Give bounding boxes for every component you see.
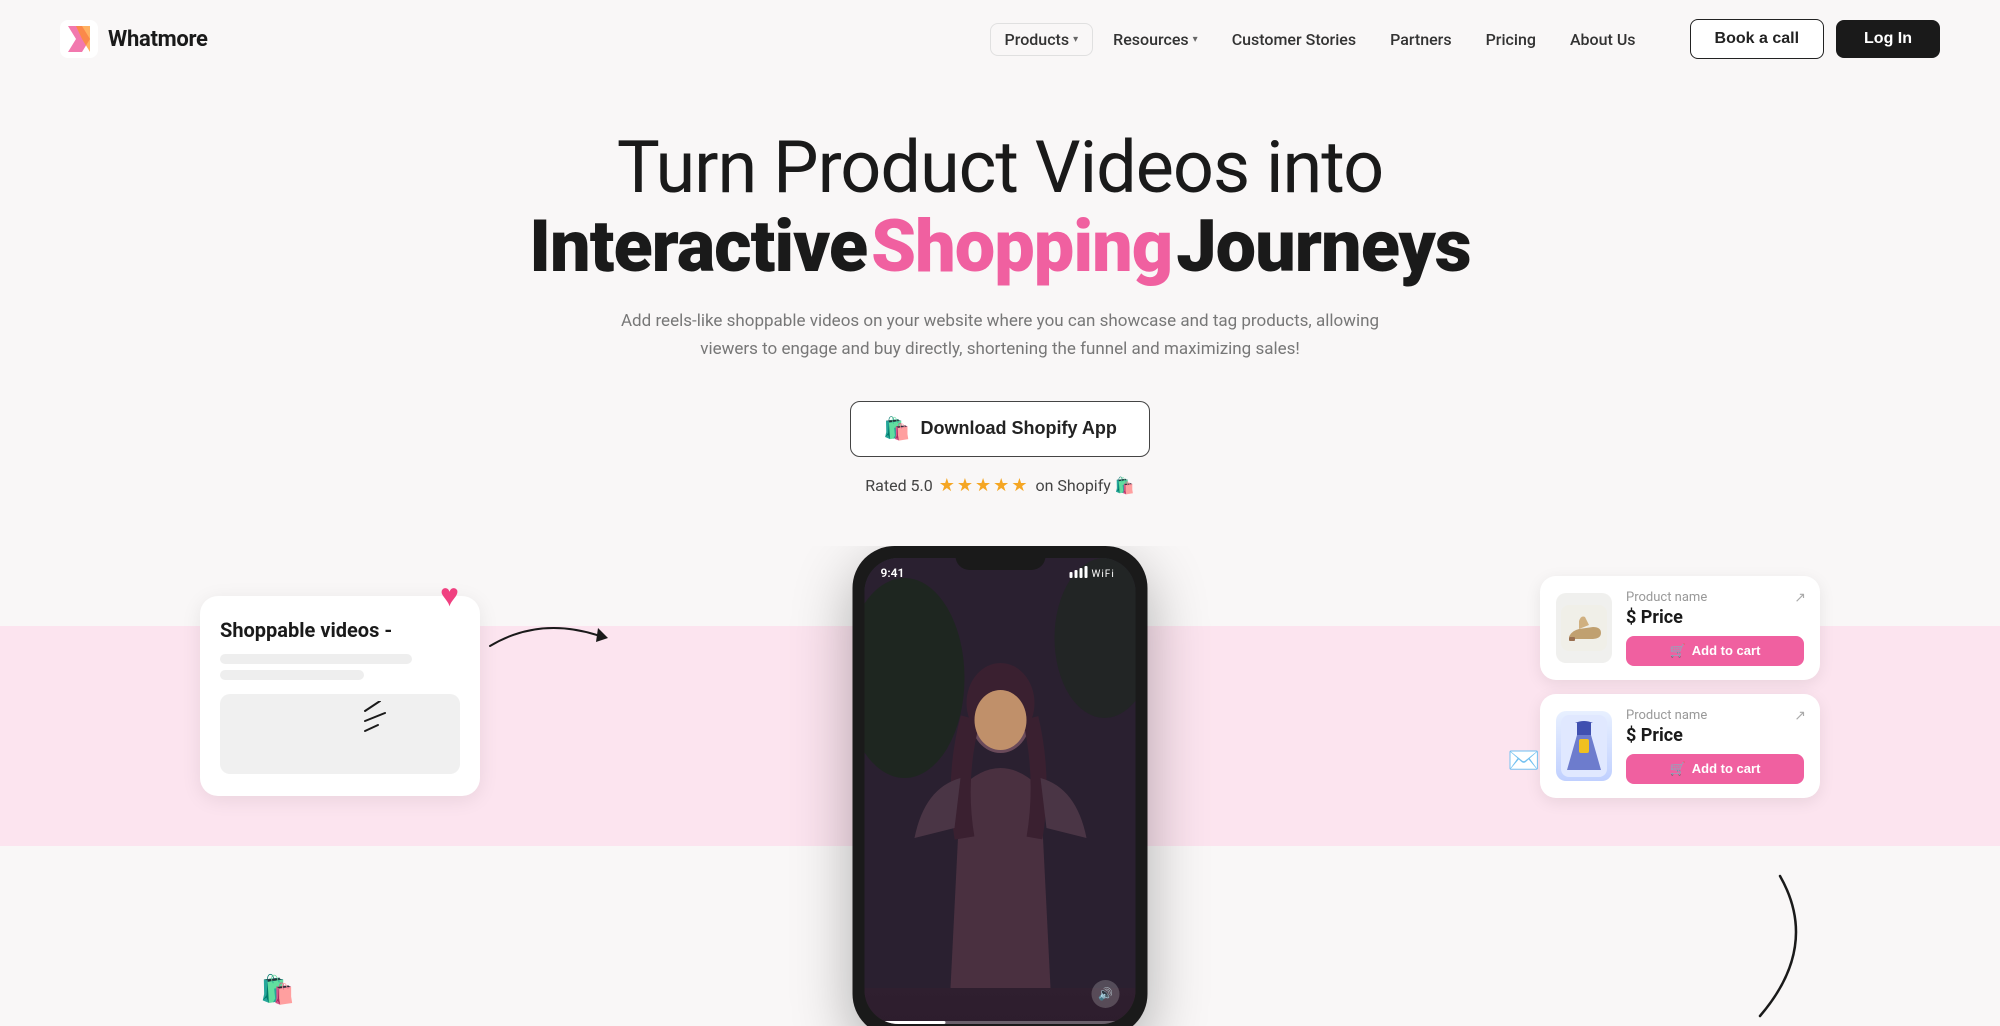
login-button[interactable]: Log In [1836, 20, 1940, 58]
video-background [865, 558, 1136, 1024]
arrow-icon [480, 606, 620, 666]
product-name-label-2: Product name [1626, 708, 1804, 723]
hero-shopping-text: Shopping [871, 204, 1172, 289]
nav-link-customer-stories[interactable]: Customer Stories [1218, 24, 1370, 55]
shopping-bag-icon: 🛍️ [260, 973, 295, 1006]
left-shoppable-card: Shoppable videos - [200, 596, 480, 796]
hero-subtitle: Add reels-like shoppable videos on your … [620, 308, 1380, 362]
star-rating: ★★★★★ [939, 475, 1030, 496]
left-card-line1 [220, 654, 412, 664]
book-call-button[interactable]: Book a call [1690, 19, 1824, 59]
phone-time: 9:41 [881, 566, 905, 580]
hero-interactive-text: Interactive [529, 204, 867, 289]
svg-text:WiFi: WiFi [1092, 569, 1115, 578]
wiggle-decorative-lines [360, 701, 400, 751]
hero-title-line2: Interactive Shopping Journeys [60, 207, 1940, 286]
phone-notch [955, 546, 1045, 570]
product-info-1: Product name $ Price 🛒 Add to cart [1626, 590, 1804, 666]
hero-title-line1: Turn Product Videos into [60, 128, 1940, 207]
sound-button[interactable]: 🔊 [1092, 980, 1120, 1008]
left-card-title: Shoppable videos - [220, 618, 460, 642]
nav-item-partners[interactable]: Partners [1376, 24, 1466, 55]
rating-text: Rated 5.0 [865, 476, 932, 495]
rating-on-text: on Shopify 🛍️ [1035, 476, 1134, 495]
nav-item-products[interactable]: Products ▾ [990, 23, 1094, 56]
nav-links: Products ▾ Resources ▾ Customer Stories … [990, 23, 1650, 56]
navbar: Whatmore Products ▾ Resources ▾ Customer… [0, 0, 2000, 78]
product-link-icon-2[interactable]: ↗ [1794, 708, 1806, 724]
product-thumbnail-2 [1556, 711, 1612, 781]
nav-link-pricing[interactable]: Pricing [1472, 24, 1550, 55]
hero-section: Turn Product Videos into Interactive Sho… [0, 78, 2000, 496]
phone-screen: 9:41 WiFi [865, 558, 1136, 1024]
phone-status-icons: WiFi [1070, 566, 1120, 581]
envelope-icon: ✉️ [1508, 746, 1540, 776]
hero-rating: Rated 5.0 ★★★★★ on Shopify 🛍️ [60, 475, 1940, 496]
nav-link-partners[interactable]: Partners [1376, 24, 1466, 55]
video-progress-bar [865, 1021, 1136, 1024]
woman-silhouette [865, 558, 1136, 988]
phone-frame: 9:41 WiFi [853, 546, 1148, 1026]
nav-link-products[interactable]: Products ▾ [990, 23, 1094, 56]
left-card-image [220, 694, 460, 774]
shopify-bag-icon: 🛍️ [883, 416, 910, 442]
product-card-1: Product name $ Price 🛒 Add to cart [1540, 576, 1820, 680]
hero-cta: 🛍️ Download Shopify App [60, 401, 1940, 457]
product-link-icon-1[interactable]: ↗ [1794, 590, 1806, 606]
nav-item-customer-stories[interactable]: Customer Stories [1218, 24, 1370, 55]
hero-journeys-text: Journeys [1176, 204, 1470, 289]
nav-item-resources[interactable]: Resources ▾ [1099, 24, 1212, 55]
chevron-down-icon: ▾ [1073, 34, 1078, 45]
dress-icon [1561, 715, 1607, 777]
add-to-cart-button-1[interactable]: 🛒 Add to cart [1626, 636, 1804, 666]
product-price-1: $ Price [1626, 607, 1804, 628]
phone-mockup: 9:41 WiFi [853, 546, 1148, 1026]
nav-link-about[interactable]: About Us [1556, 24, 1650, 55]
add-to-cart-button-2[interactable]: 🛒 Add to cart [1626, 754, 1804, 784]
cart-icon-2: 🛒 [1670, 761, 1686, 777]
nav-item-pricing[interactable]: Pricing [1472, 24, 1550, 55]
nav-actions: Book a call Log In [1690, 19, 1940, 59]
product-price-2: $ Price [1626, 725, 1804, 746]
hero-title: Turn Product Videos into Interactive Sho… [60, 128, 1940, 286]
product-info-2: Product name $ Price 🛒 Add to cart [1626, 708, 1804, 784]
left-card-line2 [220, 670, 364, 680]
shoe-icon [1561, 605, 1607, 651]
product-name-label-1: Product name [1626, 590, 1804, 605]
logo-link[interactable]: Whatmore [60, 20, 208, 58]
product-cards-container: Product name $ Price 🛒 Add to cart ↗ [1540, 576, 1820, 798]
download-shopify-button[interactable]: 🛍️ Download Shopify App [850, 401, 1150, 457]
chevron-down-icon-resources: ▾ [1193, 34, 1198, 45]
product-card-1-wrap: Product name $ Price 🛒 Add to cart ↗ [1540, 576, 1820, 680]
logo-icon [60, 20, 98, 58]
phone-section: Shoppable videos - ♥ 9:41 [0, 546, 2000, 1026]
video-progress-fill [865, 1021, 946, 1024]
brand-name: Whatmore [108, 27, 208, 52]
product-card-2-wrap: Product name $ Price 🛒 Add to cart ↗ [1540, 694, 1820, 798]
product-card-2: Product name $ Price 🛒 Add to cart [1540, 694, 1820, 798]
decorative-curve [1620, 866, 1820, 1026]
nav-link-resources[interactable]: Resources ▾ [1099, 24, 1212, 55]
product-thumbnail-1 [1556, 593, 1612, 663]
heart-icon: ♥ [440, 576, 459, 614]
cart-icon-1: 🛒 [1670, 643, 1686, 659]
nav-item-about[interactable]: About Us [1556, 24, 1650, 55]
